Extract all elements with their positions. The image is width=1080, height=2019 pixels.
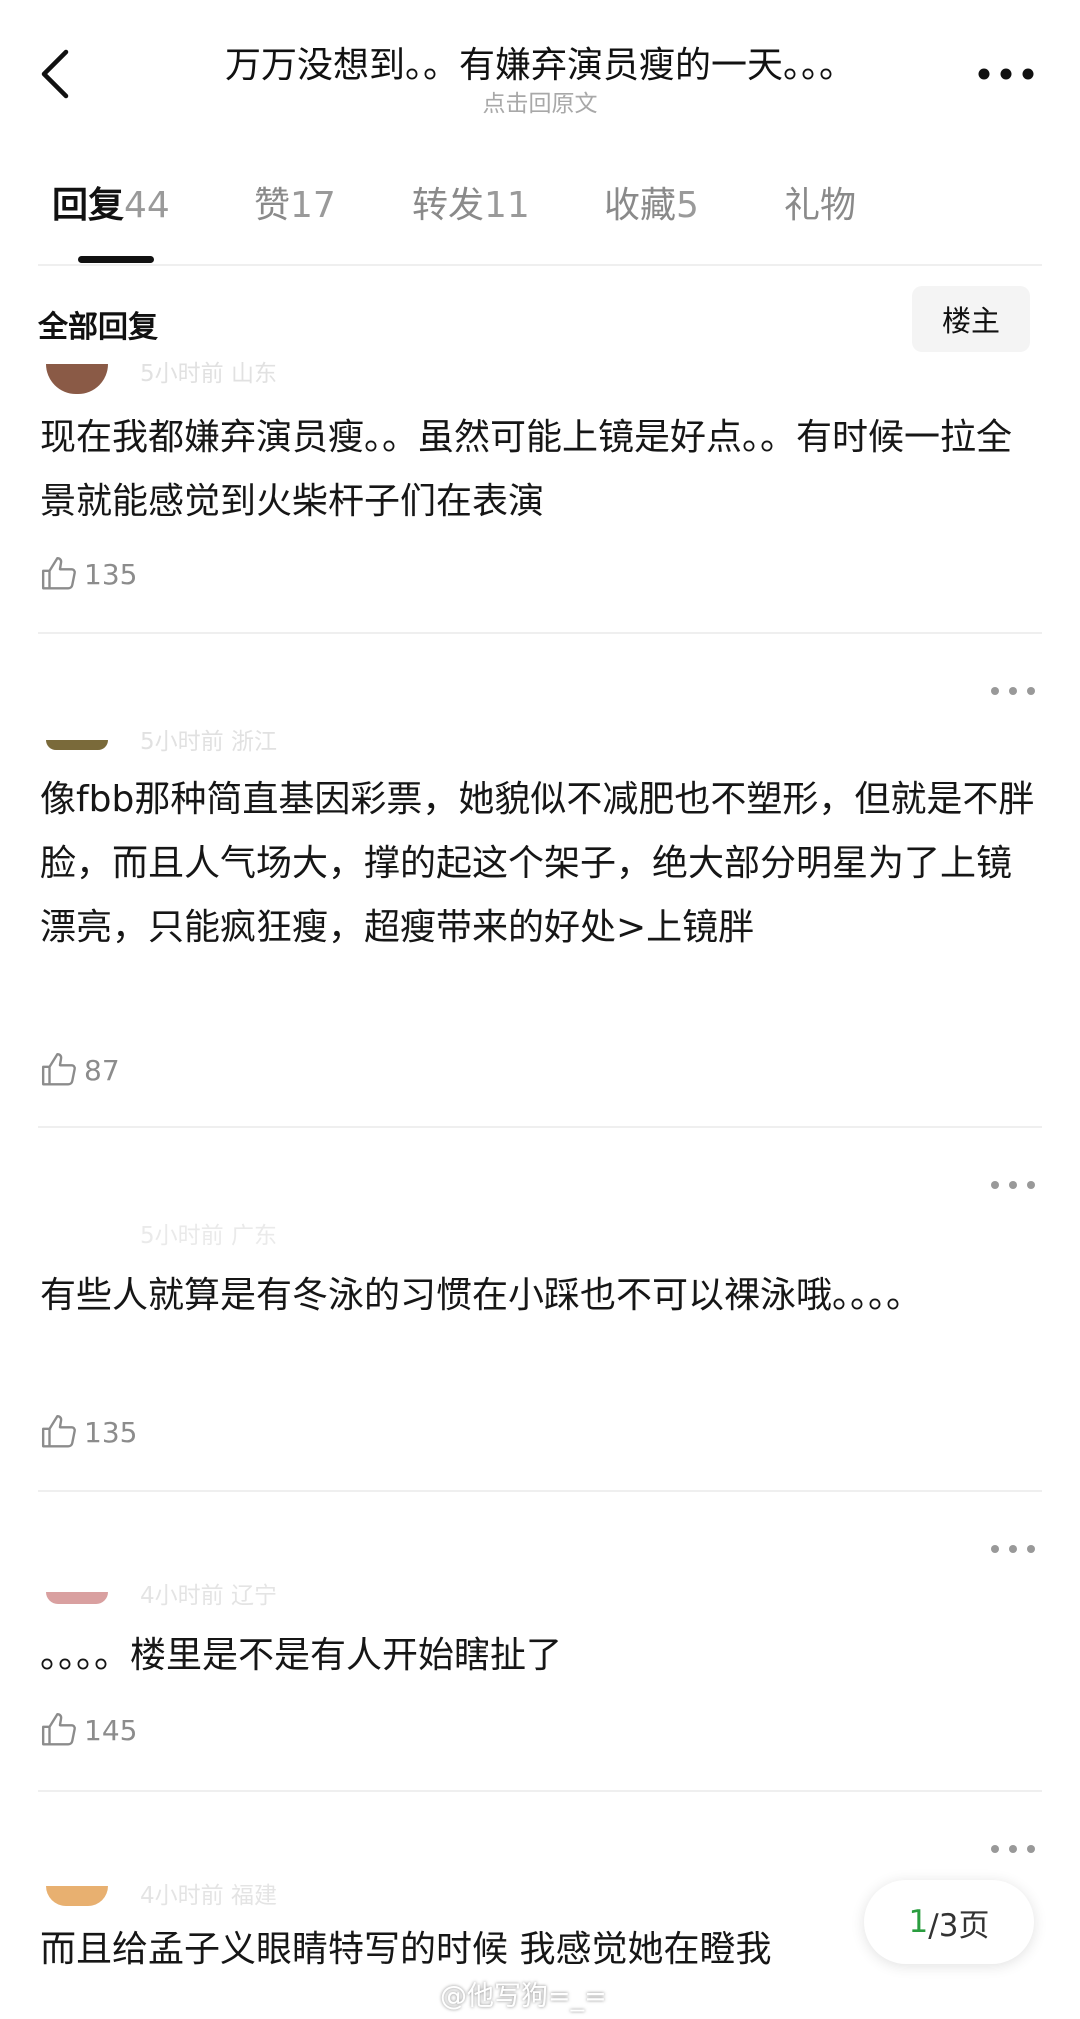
like-count: 145 <box>84 1713 138 1747</box>
comment-meta: 5小时前 山东 <box>140 361 277 387</box>
tab-count: 5 <box>676 185 699 226</box>
tab-likes[interactable]: 赞17 <box>254 176 336 228</box>
op-only-button[interactable]: 楼主 <box>912 286 1030 352</box>
tab-label: 赞 <box>254 185 291 226</box>
header-bar: 万万没想到。。有嫌弃演员瘦的一天。。。 点击回原文 <box>0 0 1080 130</box>
comment-more-icon[interactable] <box>990 1542 1036 1556</box>
like-button[interactable]: 145 <box>40 1710 137 1750</box>
chevron-left-icon[interactable] <box>36 48 76 100</box>
comment-meta: 4小时前 福建 <box>140 1883 277 1909</box>
tab-count: 17 <box>290 185 336 226</box>
comment-text: 。。。。楼里是不是有人开始瞎扯了 <box>40 1635 563 1676</box>
comment-more-icon[interactable] <box>990 684 1036 698</box>
like-button[interactable]: 87 <box>40 1050 120 1090</box>
like-count: 135 <box>84 1415 138 1449</box>
comment-text: 现在我都嫌弃演员瘦。。虽然可能上镜是好点。。有时候一拉全景就能感觉到火柴杆子们在… <box>40 417 1013 522</box>
thumbs-up-icon <box>41 556 76 590</box>
page-indicator[interactable]: 1/3页 <box>864 1880 1034 1964</box>
tab-label: 礼物 <box>784 185 857 226</box>
avatar[interactable] <box>46 1592 108 1604</box>
watermark: @他写狗=_= <box>440 1981 607 2012</box>
avatar[interactable] <box>46 740 108 750</box>
comment-meta: 4小时前 辽宁 <box>140 1583 277 1609</box>
tab-label: 回复 <box>52 185 125 226</box>
avatar[interactable] <box>46 364 108 394</box>
divider <box>38 1126 1042 1128</box>
like-button[interactable]: 135 <box>40 554 137 594</box>
avatar[interactable] <box>46 1886 108 1906</box>
view-original-link[interactable]: 点击回原文 <box>140 84 940 118</box>
total-pages: /3页 <box>928 1907 990 1944</box>
divider <box>38 1790 1042 1792</box>
section-title: 全部回复 <box>38 310 158 345</box>
weibo-logo-icon <box>406 1976 439 2003</box>
tab-gifts[interactable]: 礼物 <box>784 176 856 228</box>
thumbs-up-icon <box>41 1712 76 1746</box>
tab-label: 转发 <box>412 185 485 226</box>
tab-count: 44 <box>124 185 170 226</box>
current-page: 1 <box>908 1904 929 1940</box>
comment-more-icon[interactable] <box>990 1178 1036 1192</box>
thumbs-up-icon <box>41 1052 76 1086</box>
like-button[interactable]: 135 <box>40 1412 137 1452</box>
comment-text: 像fbb那种简直基因彩票，她貌似不减肥也不塑形，但就是不胖脸，而且人气场大，撑的… <box>40 779 1035 948</box>
comment-text: 有些人就算是有冬泳的习惯在小踩也不可以裸泳哦。。。。 <box>40 1275 923 1316</box>
comment-more-icon[interactable] <box>990 1842 1036 1856</box>
tab-count: 11 <box>484 185 530 226</box>
tab-favorites[interactable]: 收藏5 <box>604 176 699 228</box>
active-tab-indicator <box>78 256 154 263</box>
comment-meta: 5小时前 浙江 <box>140 729 277 755</box>
divider <box>38 264 1042 266</box>
like-count: 87 <box>84 1053 120 1087</box>
thumbs-up-icon <box>41 1414 76 1448</box>
tab-replies[interactable]: 回复44 <box>52 176 170 228</box>
page-title: 万万没想到。。有嫌弃演员瘦的一天。。。 <box>224 45 855 86</box>
divider <box>38 1490 1042 1492</box>
tab-reposts[interactable]: 转发11 <box>412 176 530 228</box>
comment-meta: 5小时前 广东 <box>140 1223 277 1249</box>
like-count: 135 <box>84 557 138 591</box>
more-dots-icon[interactable] <box>978 62 1034 86</box>
tab-bar: 回复44 赞17 转发11 收藏5 礼物 <box>0 176 1080 266</box>
divider <box>38 632 1042 634</box>
tab-label: 收藏 <box>604 185 677 226</box>
